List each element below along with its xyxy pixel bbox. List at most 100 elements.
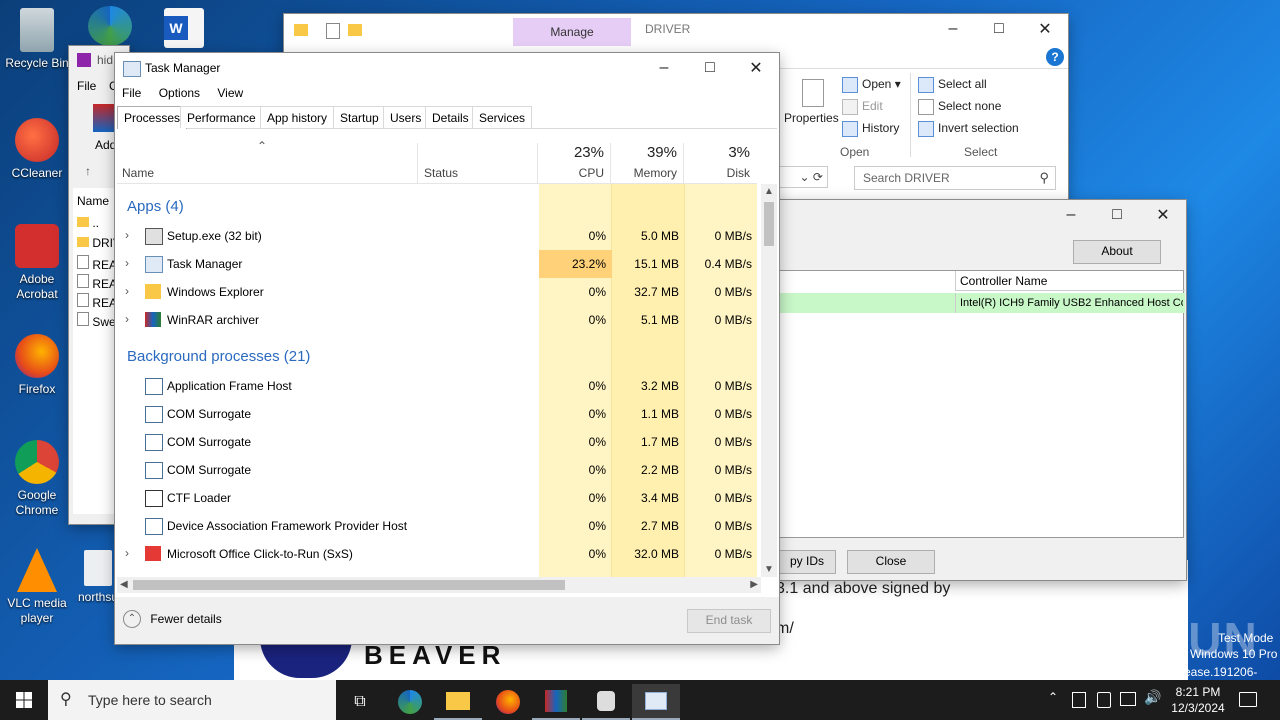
- winrar-name-header[interactable]: Name: [77, 194, 109, 208]
- tab-app-history[interactable]: App history: [260, 106, 335, 128]
- minimize-button[interactable]: –: [1048, 200, 1094, 230]
- winrar-menu-file[interactable]: File: [77, 79, 96, 93]
- minimize-button[interactable]: –: [930, 14, 976, 44]
- process-row[interactable]: › Task Manager 23.2% 15.1 MB 0.4 MB/s: [117, 250, 757, 278]
- explorer-taskbar-icon[interactable]: [434, 684, 482, 720]
- expand-chevron-icon[interactable]: ›: [125, 256, 129, 270]
- about-button[interactable]: About: [1073, 240, 1161, 264]
- memory-column-header[interactable]: 39% Memory: [611, 143, 683, 183]
- file-row[interactable]: REA: [77, 274, 117, 291]
- process-row[interactable]: › Setup.exe (32 bit) 0% 5.0 MB 0 MB/s: [117, 222, 757, 250]
- tray-device-icon[interactable]: [1097, 692, 1111, 708]
- scroll-down-arrow-icon[interactable]: ▼: [764, 564, 774, 575]
- file-row[interactable]: REA: [77, 255, 117, 272]
- invert-selection-button[interactable]: Invert selection: [918, 121, 1019, 137]
- file-row[interactable]: ..: [77, 216, 99, 230]
- search-box[interactable]: Search DRIVER ⚲: [854, 166, 1056, 190]
- help-icon[interactable]: ?: [1046, 48, 1064, 66]
- controller-header[interactable]: Controller Name: [955, 271, 1185, 291]
- disk-column-header[interactable]: 3% Disk: [684, 143, 756, 183]
- tab-startup[interactable]: Startup: [333, 106, 386, 128]
- winrar-taskbar-icon[interactable]: [532, 684, 580, 720]
- desktop-icon-vlc[interactable]: VLC media player: [0, 548, 74, 626]
- cpu-column-header[interactable]: 23% CPU: [538, 143, 610, 183]
- horizontal-scrollbar-thumb[interactable]: [133, 580, 565, 590]
- scroll-left-arrow-icon[interactable]: ◀: [120, 579, 128, 590]
- edit-button[interactable]: Edit: [842, 99, 883, 115]
- fewer-details-button[interactable]: ⌃ Fewer details: [123, 610, 222, 628]
- properties-button[interactable]: Properties: [784, 111, 839, 125]
- tray-chevron-icon[interactable]: ⌃: [1048, 690, 1058, 704]
- scroll-up-arrow-icon[interactable]: ▲: [764, 186, 774, 197]
- start-button[interactable]: [0, 680, 48, 720]
- word-desktop-icon[interactable]: W: [164, 8, 204, 48]
- tray-battery-icon[interactable]: [1072, 692, 1086, 708]
- properties-quick-icon[interactable]: [326, 23, 340, 39]
- tab-details[interactable]: Details: [425, 106, 476, 128]
- close-button[interactable]: ✕: [1140, 200, 1186, 230]
- status-column-header[interactable]: Status: [424, 166, 458, 180]
- context-tab-manage[interactable]: Manage: [513, 18, 631, 46]
- desktop-icon-firefox[interactable]: Firefox: [0, 334, 74, 397]
- edge-desktop-icon[interactable]: [88, 6, 132, 46]
- menu-file[interactable]: File: [122, 86, 141, 100]
- process-row[interactable]: Application Frame Host 0% 3.2 MB 0 MB/s: [117, 372, 757, 400]
- tab-services[interactable]: Services: [472, 106, 533, 128]
- process-row[interactable]: › WinRAR archiver 0% 5.1 MB 0 MB/s: [117, 306, 757, 334]
- tray-network-icon[interactable]: [1120, 692, 1136, 706]
- close-dialog-button[interactable]: Close: [847, 550, 935, 574]
- clock[interactable]: 8:21 PM 12/3/2024: [1162, 684, 1234, 716]
- task-manager-taskbar-icon[interactable]: [632, 684, 680, 720]
- notification-center-icon[interactable]: [1239, 692, 1257, 707]
- newfolder-quick-icon[interactable]: [348, 24, 362, 36]
- tray-volume-icon[interactable]: 🔊: [1144, 689, 1161, 706]
- maximize-button[interactable]: □: [1094, 200, 1140, 230]
- process-row[interactable]: COM Surrogate 0% 2.2 MB 0 MB/s: [117, 456, 757, 484]
- menu-view[interactable]: View: [217, 86, 243, 100]
- expand-chevron-icon[interactable]: ›: [125, 546, 129, 560]
- maximize-button[interactable]: □: [687, 53, 733, 83]
- desktop-icon-recycle-bin[interactable]: Recycle Bin: [0, 8, 74, 71]
- file-row[interactable]: REA: [77, 293, 117, 310]
- expand-chevron-icon[interactable]: ›: [125, 228, 129, 242]
- scrollbar-thumb[interactable]: [764, 202, 774, 246]
- history-button[interactable]: History: [842, 121, 899, 137]
- desktop-icon-ccleaner[interactable]: CCleaner: [0, 118, 74, 181]
- select-none-button[interactable]: Select none: [918, 99, 1001, 115]
- vertical-scrollbar[interactable]: ▲ ▼: [761, 184, 777, 577]
- list-row-selected[interactable]: Intel(R) ICH9 Family USB2 Enhanced Host …: [779, 293, 1185, 313]
- desktop-icon-adobe-acrobat[interactable]: Adobe Acrobat: [0, 224, 74, 302]
- close-button[interactable]: ✕: [733, 53, 779, 83]
- name-column-header[interactable]: Name: [122, 166, 154, 180]
- end-task-button[interactable]: End task: [687, 609, 771, 633]
- expand-chevron-icon[interactable]: ›: [125, 284, 129, 298]
- close-button[interactable]: ✕: [1022, 14, 1068, 44]
- horizontal-scrollbar[interactable]: ◀ ▶: [117, 577, 761, 593]
- process-row[interactable]: COM Surrogate 0% 1.1 MB 0 MB/s: [117, 400, 757, 428]
- address-bar-dropdown[interactable]: ⌄ ⟳: [778, 166, 828, 188]
- select-all-button[interactable]: Select all: [918, 77, 987, 93]
- file-row[interactable]: Swe: [77, 312, 116, 329]
- edge-taskbar-icon[interactable]: [386, 684, 434, 720]
- open-button[interactable]: Open ▾: [842, 77, 901, 93]
- usb-tool-taskbar-icon[interactable]: [582, 684, 630, 720]
- copy-ids-button[interactable]: py IDs: [778, 550, 836, 574]
- menu-options[interactable]: Options: [159, 86, 200, 100]
- scroll-right-arrow-icon[interactable]: ▶: [750, 579, 758, 590]
- desktop-icon-google-chrome[interactable]: Google Chrome: [0, 440, 74, 518]
- tab-performance[interactable]: Performance: [180, 106, 263, 128]
- maximize-button[interactable]: □: [976, 14, 1022, 44]
- up-arrow-icon[interactable]: ↑: [85, 164, 91, 178]
- firefox-taskbar-icon[interactable]: [484, 684, 532, 720]
- taskbar-search-box[interactable]: ⚲ Type here to search: [48, 680, 336, 720]
- process-row[interactable]: › Windows Explorer 0% 32.7 MB 0 MB/s: [117, 278, 757, 306]
- tab-users[interactable]: Users: [383, 106, 429, 128]
- minimize-button[interactable]: –: [641, 53, 687, 83]
- process-row[interactable]: COM Surrogate 0% 1.7 MB 0 MB/s: [117, 428, 757, 456]
- expand-chevron-icon[interactable]: ›: [125, 312, 129, 326]
- process-row[interactable]: › Microsoft Office Click-to-Run (SxS) 0%…: [117, 540, 757, 568]
- task-view-icon[interactable]: ⧉: [336, 684, 384, 720]
- process-row[interactable]: CTF Loader 0% 3.4 MB 0 MB/s: [117, 484, 757, 512]
- process-row[interactable]: Device Association Framework Provider Ho…: [117, 512, 757, 540]
- tab-processes[interactable]: Processes: [117, 106, 188, 129]
